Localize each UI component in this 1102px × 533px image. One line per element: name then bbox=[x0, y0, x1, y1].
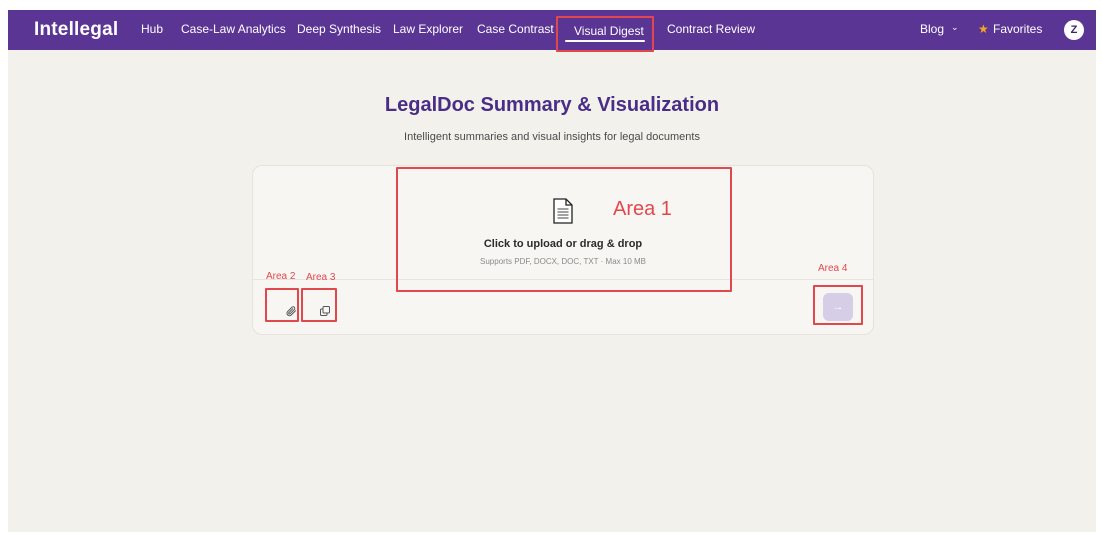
highlight-area-2 bbox=[265, 288, 299, 322]
nav-blog[interactable]: Blog bbox=[920, 22, 944, 36]
nav-contract-review[interactable]: Contract Review bbox=[667, 22, 755, 36]
nav-deep-synthesis[interactable]: Deep Synthesis bbox=[297, 22, 381, 36]
page-subtitle: Intelligent summaries and visual insight… bbox=[404, 131, 700, 143]
highlight-area-4 bbox=[813, 285, 863, 325]
label-area-3: Area 3 bbox=[306, 272, 336, 283]
nav-law-explorer[interactable]: Law Explorer bbox=[393, 22, 463, 36]
nav-case-law-analytics[interactable]: Case-Law Analytics bbox=[181, 22, 286, 36]
nav-hub[interactable]: Hub bbox=[141, 22, 163, 36]
nav-case-contrast[interactable]: Case Contrast bbox=[477, 22, 554, 36]
user-avatar[interactable]: Z bbox=[1064, 20, 1084, 40]
nav-favorites[interactable]: Favorites bbox=[993, 22, 1042, 36]
highlight-visual-digest bbox=[556, 16, 654, 52]
label-area-4: Area 4 bbox=[818, 263, 848, 274]
label-area-1: Area 1 bbox=[613, 198, 672, 220]
highlight-area-3 bbox=[301, 288, 337, 322]
page-title: LegalDoc Summary & Visualization bbox=[384, 94, 720, 116]
brand-logo[interactable]: Intellegal bbox=[34, 19, 118, 41]
top-nav: Intellegal Hub Case-Law Analytics Deep S… bbox=[8, 10, 1096, 50]
star-icon: ★ bbox=[978, 22, 989, 36]
label-area-2: Area 2 bbox=[266, 271, 296, 282]
chevron-down-icon: ⌄ bbox=[951, 22, 959, 32]
app-frame: Intellegal Hub Case-Law Analytics Deep S… bbox=[8, 10, 1096, 532]
highlight-area-1 bbox=[396, 167, 732, 292]
